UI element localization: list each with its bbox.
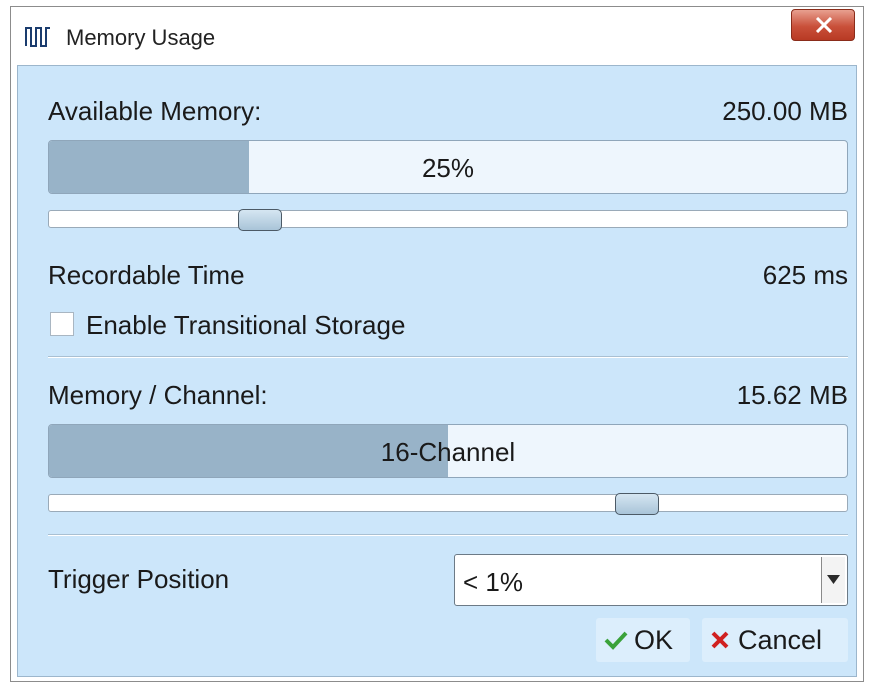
trigger-position-value: < 1% — [463, 567, 523, 597]
memory-progress-bar: 25% — [48, 140, 848, 194]
channel-progress-bar: 16-Channel — [48, 424, 848, 478]
memory-per-channel-value: 15.62 MB — [736, 380, 848, 410]
title-bar: Memory Usage — [11, 7, 863, 65]
transitional-storage-checkbox[interactable] — [50, 312, 74, 336]
trigger-position-select[interactable]: < 1% — [454, 554, 848, 606]
memory-usage-dialog: Memory Usage Available Memory: 250.00 MB… — [10, 6, 864, 682]
channel-slider[interactable] — [48, 493, 848, 515]
recordable-time-value: 625 ms — [762, 260, 848, 290]
available-memory-label: Available Memory: — [48, 96, 262, 126]
chevron-down-icon — [827, 575, 840, 584]
separator — [48, 356, 848, 358]
separator — [48, 534, 848, 536]
close-button[interactable] — [791, 9, 855, 41]
cancel-label: Cancel — [738, 625, 823, 655]
close-icon — [815, 17, 833, 33]
available-memory-value: 250.00 MB — [722, 96, 848, 126]
dialog-body: Available Memory: 250.00 MB 25% Recordab… — [17, 65, 857, 677]
ok-button[interactable]: OK — [596, 618, 690, 662]
channel-slider-thumb[interactable] — [614, 493, 659, 515]
channel-progress-text: 16-Channel — [380, 437, 516, 467]
ok-label: OK — [634, 625, 674, 655]
memory-progress-text: 25% — [421, 153, 475, 183]
checkmark-icon — [604, 631, 628, 650]
memory-per-channel-label: Memory / Channel: — [48, 380, 268, 410]
transitional-storage-label[interactable]: Enable Transitional Storage — [86, 310, 405, 341]
memory-slider[interactable] — [48, 209, 848, 231]
cancel-button[interactable]: Cancel — [702, 618, 848, 662]
waveform-icon — [25, 25, 51, 47]
dropdown-button[interactable] — [821, 557, 845, 603]
memory-slider-thumb[interactable] — [237, 209, 282, 231]
recordable-time-label: Recordable Time — [48, 260, 245, 290]
trigger-position-label: Trigger Position — [48, 564, 230, 594]
window-title: Memory Usage — [66, 25, 216, 50]
x-icon — [711, 631, 729, 649]
